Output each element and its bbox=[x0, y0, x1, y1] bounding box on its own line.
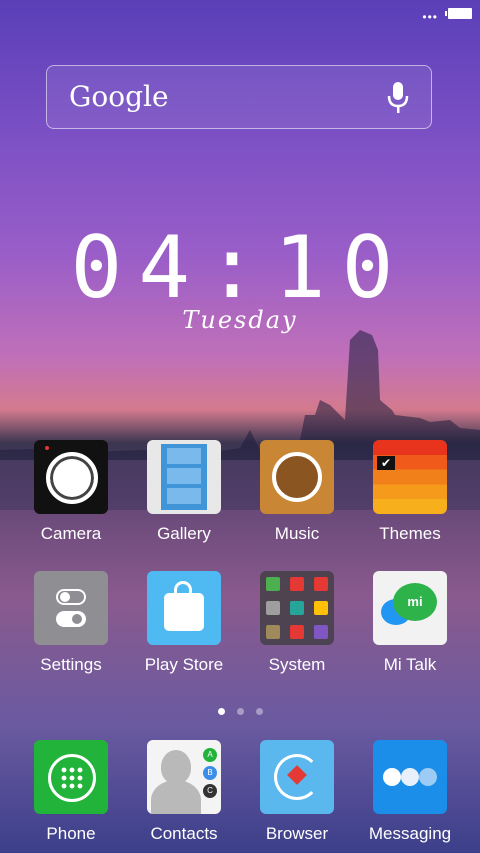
app-label: Browser bbox=[265, 824, 329, 843]
page-dot[interactable] bbox=[236, 708, 244, 715]
gallery-icon bbox=[147, 440, 221, 514]
app-label: Camera bbox=[40, 524, 102, 543]
app-gallery[interactable]: Gallery bbox=[134, 440, 234, 544]
system-folder-icon bbox=[260, 571, 334, 645]
browser-compass-icon bbox=[260, 740, 334, 814]
signal-dots-icon: ••• bbox=[422, 10, 438, 24]
app-system-folder[interactable]: System bbox=[247, 571, 347, 675]
app-play-store[interactable]: Play Store bbox=[134, 571, 234, 675]
clock-time: 04:10 bbox=[70, 218, 410, 318]
app-label: Gallery bbox=[157, 524, 211, 543]
battery-icon bbox=[445, 8, 472, 19]
dock-browser[interactable]: Browser bbox=[247, 740, 347, 844]
play-store-icon bbox=[147, 571, 221, 645]
contacts-icon: A B C bbox=[147, 740, 221, 814]
app-camera[interactable]: Camera bbox=[21, 440, 121, 544]
app-music[interactable]: Music bbox=[247, 440, 347, 544]
settings-icon bbox=[34, 571, 108, 645]
page-dot[interactable] bbox=[255, 708, 263, 715]
phone-icon bbox=[34, 740, 108, 814]
app-label: Phone bbox=[46, 824, 96, 843]
app-label: Messaging bbox=[368, 824, 452, 843]
dock-phone[interactable]: Phone bbox=[21, 740, 121, 844]
app-label: Music bbox=[274, 524, 320, 543]
dock-messaging[interactable]: Messaging bbox=[360, 740, 460, 844]
app-label: Themes bbox=[379, 524, 441, 543]
app-label: Mi Talk bbox=[383, 655, 437, 674]
microphone-icon[interactable] bbox=[387, 82, 409, 114]
page-indicator bbox=[0, 702, 480, 720]
app-settings[interactable]: Settings bbox=[21, 571, 121, 675]
clock-widget[interactable]: 04:10 Tuesday bbox=[0, 222, 480, 334]
app-mi-talk[interactable]: mi Mi Talk bbox=[360, 571, 460, 675]
app-label: Settings bbox=[40, 655, 102, 674]
dock-contacts[interactable]: A B C Contacts bbox=[134, 740, 234, 844]
app-label: System bbox=[268, 655, 326, 674]
page-dot-active[interactable] bbox=[217, 708, 225, 715]
google-search-bar[interactable]: Google bbox=[46, 65, 432, 129]
themes-icon: ✔ bbox=[373, 440, 447, 514]
status-bar: ••• bbox=[0, 0, 480, 28]
app-label: Contacts bbox=[150, 824, 218, 843]
app-label: Play Store bbox=[144, 655, 224, 674]
camera-icon bbox=[34, 440, 108, 514]
contacts-badge-c: C bbox=[203, 784, 217, 798]
app-themes[interactable]: ✔ Themes bbox=[360, 440, 460, 544]
messaging-icon bbox=[373, 740, 447, 814]
contacts-badge-b: B bbox=[203, 766, 217, 780]
music-icon bbox=[260, 440, 334, 514]
contacts-badge-a: A bbox=[203, 748, 217, 762]
google-logo-text: Google bbox=[69, 80, 169, 113]
mi-talk-icon: mi bbox=[373, 571, 447, 645]
